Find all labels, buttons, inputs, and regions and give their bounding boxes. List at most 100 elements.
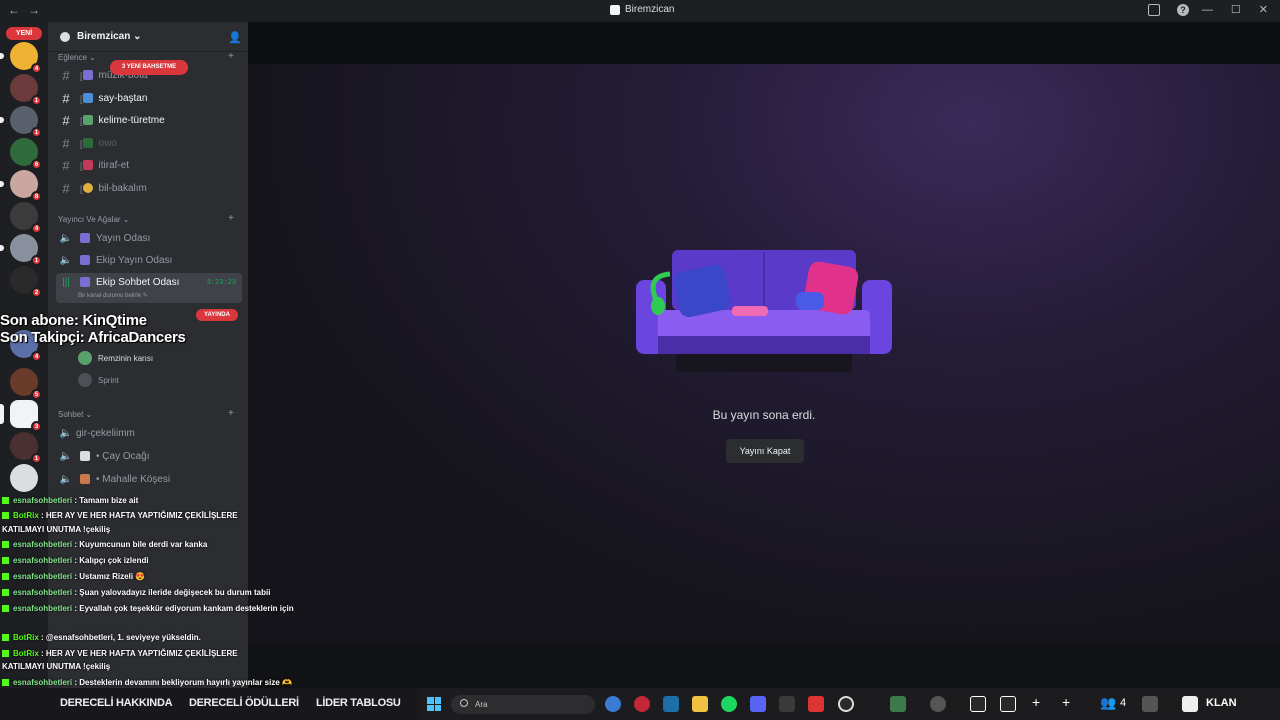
- voice-user[interactable]: Remzinin karısı: [78, 349, 153, 367]
- category-eglence[interactable]: Eğlence ⌄ +: [58, 51, 234, 62]
- new-badge: YENİ: [6, 27, 42, 40]
- pubg-icon[interactable]: [970, 696, 986, 712]
- taskbar-search[interactable]: Ara: [451, 695, 595, 714]
- voice-user[interactable]: Sprint: [78, 371, 119, 389]
- add-icon[interactable]: +: [1032, 694, 1040, 710]
- search-icon: [460, 699, 468, 707]
- server-icon[interactable]: 2: [10, 266, 42, 298]
- server-icon[interactable]: 3: [0, 400, 42, 432]
- opera-icon[interactable]: [634, 696, 650, 712]
- chat-message: esnafsohbetleri : Ustamız Rizeli 😍: [2, 572, 145, 581]
- kick-icon: [2, 650, 9, 657]
- last-follower: Son Takipçi: AfricaDancers: [0, 329, 186, 346]
- kick-icon: [2, 541, 9, 548]
- edge-icon[interactable]: [605, 696, 621, 712]
- discord-taskbar-icon[interactable]: [750, 696, 766, 712]
- voice-channel-cay[interactable]: 🔈 • Çay Ocağı: [56, 446, 242, 466]
- menu-lider-tablosu[interactable]: LİDER TABLOSU: [316, 697, 401, 709]
- voice-channel-ekip-sohbet[interactable]: ||| Ekip Sohbet Odası 3:23:23 Bir kanal d…: [56, 273, 242, 303]
- app-icon[interactable]: [808, 696, 824, 712]
- minimize-icon[interactable]: —: [1202, 4, 1213, 16]
- users-icon: 👥: [1100, 695, 1117, 710]
- chat-message: esnafsohbetleri : Tamamı bize ait: [2, 496, 138, 505]
- speaker-icon: 🔈: [59, 254, 73, 266]
- add-channel-icon[interactable]: +: [228, 213, 234, 224]
- gamepad-icon: [796, 292, 824, 310]
- hash-icon: #: [62, 135, 70, 151]
- maximize-icon[interactable]: ☐: [1231, 4, 1241, 16]
- title-bar: ← → Biremzican ? — ☐ ✕: [0, 0, 1280, 22]
- server-icon[interactable]: 1: [0, 106, 42, 138]
- hash-icon: #: [62, 67, 70, 83]
- viewer-count: 4: [1120, 697, 1127, 709]
- window-controls: — ☐ ✕: [1184, 3, 1268, 16]
- avatar: [78, 373, 92, 387]
- server-icon[interactable]: 6: [10, 138, 42, 170]
- channel-bil[interactable]: #[bil-bakalım: [56, 178, 242, 198]
- server-icon[interactable]: 4: [0, 42, 42, 74]
- chat-message: esnafsohbetleri : Kalıpçı çok izlendi: [2, 556, 149, 565]
- clan-label: KLAN: [1206, 697, 1237, 709]
- chat-message: KATILMAYI UNUTMA !çekiliş: [2, 525, 111, 534]
- close-icon[interactable]: ✕: [1259, 4, 1268, 16]
- category-sohbet[interactable]: Sohbet ⌄ +: [58, 408, 234, 419]
- menu-dereceli-odulleri[interactable]: DERECELİ ÖDÜLLERİ: [189, 697, 299, 709]
- menu-dereceli-hakkinda[interactable]: DERECELİ HAKKINDA: [60, 697, 173, 709]
- mention-pill[interactable]: 3 YENİ BAHSETME: [110, 60, 188, 75]
- file-explorer-icon[interactable]: [692, 696, 708, 712]
- chat-message: BotRix : HER AY VE HER HAFTA YAPTIĞIMIZ …: [2, 511, 238, 520]
- server-icon[interactable]: 1: [0, 234, 42, 266]
- channel-status[interactable]: Bir kanal durumu belirle ✎: [78, 292, 148, 299]
- close-stream-button[interactable]: Yayını Kapat: [726, 439, 804, 463]
- server-icon[interactable]: 1: [10, 74, 42, 106]
- sofa-illustration: [636, 250, 892, 372]
- server-header[interactable]: Biremzican ⌄ 👤: [48, 22, 248, 52]
- app-icon[interactable]: [1000, 696, 1016, 712]
- chat-message: BotRix : HER AY VE HER HAFTA YAPTIĞIMIZ …: [2, 649, 238, 658]
- forward-arrow-icon[interactable]: →: [28, 3, 40, 17]
- hash-icon: #: [62, 180, 70, 196]
- spotify-icon[interactable]: [721, 696, 737, 712]
- chat-message: esnafsohbetleri : Kuyumcunun bile derdi …: [2, 540, 207, 549]
- chat-message: esnafsohbetleri : Şuan yalovadayız ileri…: [2, 588, 270, 597]
- server-badge-icon: [60, 32, 70, 42]
- add-channel-icon[interactable]: +: [228, 51, 234, 62]
- stage-topbar: [248, 22, 1280, 64]
- avatar: [78, 351, 92, 365]
- voice-channel-ekip-yayin[interactable]: 🔈 Ekip Yayın Odası: [56, 250, 242, 270]
- voice-channel-yayin[interactable]: 🔈 Yayın Odası: [56, 228, 242, 248]
- add-icon[interactable]: +: [1062, 694, 1070, 710]
- chat-app-icon[interactable]: [890, 696, 906, 712]
- inbox-icon[interactable]: [1148, 4, 1160, 16]
- live-pill: YAYINDA: [196, 309, 238, 321]
- add-channel-icon[interactable]: +: [228, 408, 234, 419]
- kick-icon: [2, 589, 9, 596]
- channel-owo[interactable]: #[owo: [56, 133, 242, 153]
- channel-kelime[interactable]: #[kelime-türetme: [56, 110, 242, 130]
- app-icon[interactable]: [838, 696, 854, 712]
- stream-stage: Bu yayın sona erdi. Yayını Kapat: [248, 22, 1280, 688]
- server-icon[interactable]: 5: [10, 368, 42, 400]
- back-arrow-icon[interactable]: ←: [8, 3, 20, 17]
- server-icon[interactable]: 1: [10, 432, 42, 464]
- channel-say[interactable]: #[say-baştan: [56, 88, 242, 108]
- add-member-icon[interactable]: 👤: [228, 31, 242, 44]
- channel-itiraf[interactable]: #[itiraf-et: [56, 155, 242, 175]
- window-title: Biremzican: [610, 4, 674, 15]
- server-name[interactable]: Biremzican ⌄: [77, 31, 142, 42]
- chat-message: esnafsohbetleri : Desteklerin devamını b…: [2, 678, 292, 687]
- server-icon[interactable]: 8: [0, 170, 42, 202]
- windows-start-icon[interactable]: [427, 697, 441, 711]
- clan-icon[interactable]: [1182, 696, 1198, 712]
- app-icon[interactable]: [1142, 696, 1158, 712]
- app-icon[interactable]: [930, 696, 946, 712]
- kick-icon: [2, 512, 9, 519]
- app-icon[interactable]: [779, 696, 795, 712]
- steam-icon[interactable]: [663, 696, 679, 712]
- category-yayinci[interactable]: Yayıncı Ve Ağalar ⌄ +: [58, 213, 234, 224]
- chat-message: BotRix : @esnafsohbetleri, 1. seviyeye y…: [2, 633, 201, 642]
- hash-icon: #: [62, 90, 70, 106]
- speaker-icon: 🔈: [59, 427, 73, 439]
- voice-channel-gir[interactable]: 🔈 gir-çekeliimm: [56, 423, 242, 443]
- server-icon[interactable]: 4: [10, 202, 42, 234]
